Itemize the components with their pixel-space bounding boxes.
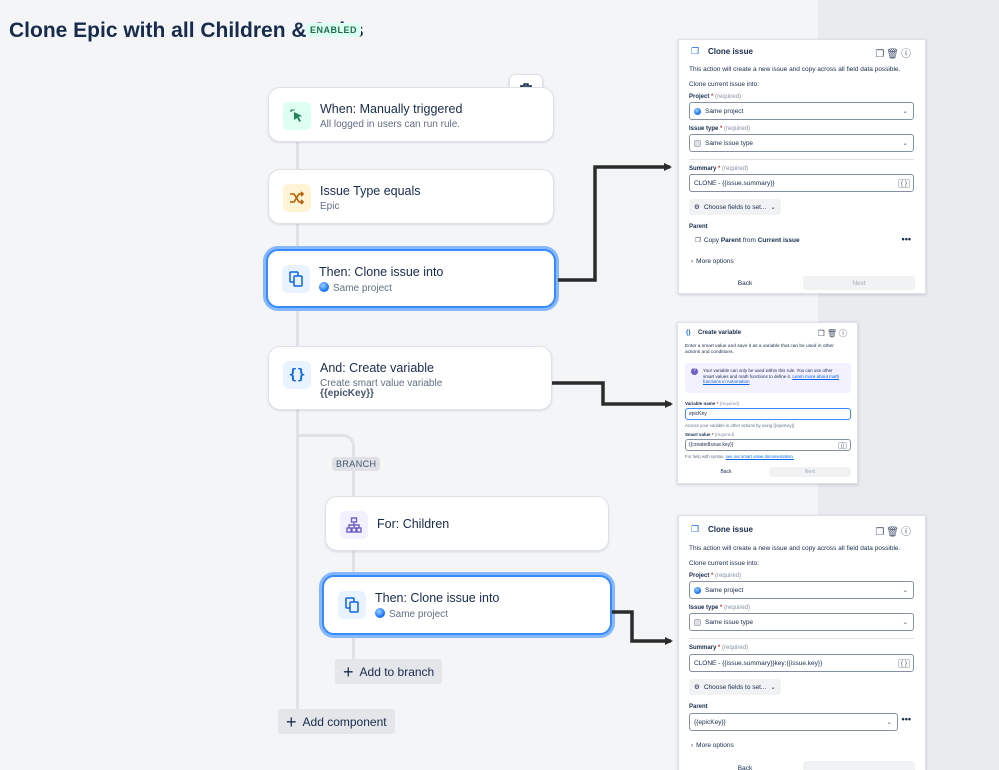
trash-icon[interactable]: 🗑	[886, 49, 901, 60]
chevron-down-icon: ⌄	[770, 204, 776, 211]
chevron-down-icon: ⌄	[886, 719, 892, 726]
issue-type-select-value: Same issue type	[705, 618, 754, 626]
smart-value-icon[interactable]: {}	[837, 441, 847, 449]
project-select[interactable]: Same project ⌄	[689, 102, 914, 120]
variable-name-input[interactable]: epicKey	[685, 408, 851, 420]
help-icon[interactable]: ⓘ	[901, 49, 913, 60]
gear-icon: ⚙	[694, 684, 700, 691]
arrow-to-clone-panel	[558, 163, 672, 282]
panel-title: Clone issue	[708, 47, 753, 56]
divider	[689, 159, 914, 160]
branch-clone-issue-panel: ❐ Clone issue ❐🗑ⓘ This action will creat…	[678, 515, 926, 770]
duplicate-icon[interactable]: ❐	[875, 49, 886, 60]
issue-type-icon	[694, 139, 701, 147]
project-avatar-icon	[694, 586, 701, 594]
trash-icon[interactable]: 🗑	[827, 329, 839, 338]
more-actions-icon[interactable]: •••	[902, 234, 911, 244]
panel-description: Enter a smart value and save it as a var…	[685, 344, 834, 355]
syntax-help: For help with syntax, see our smart valu…	[685, 454, 794, 459]
clone-into-label: Clone current issue into:	[689, 560, 760, 567]
info-text: Your variable can only be used within th…	[703, 368, 840, 384]
docs-link[interactable]: see our smart value documentation.	[726, 454, 794, 459]
arrow-to-variable-panel	[552, 381, 673, 408]
duplicate-icon[interactable]: ❐	[818, 329, 827, 338]
summary-label: Summary * (required)	[689, 645, 749, 651]
project-avatar-icon	[694, 107, 701, 115]
create-variable-panel: {} Create variable ❐🗑ⓘ Enter a smart val…	[677, 322, 858, 484]
project-label: Project * (required)	[689, 94, 742, 100]
panel-description: This action will create a new issue and …	[689, 66, 901, 73]
variable-hint: Access your variable in other actions by…	[685, 423, 795, 428]
project-select-value: Same project	[705, 586, 744, 594]
smart-value-label: Smart value * (required)	[685, 432, 735, 437]
info-message: ? Your variable can only be used within …	[685, 363, 851, 393]
summary-input-value: CLONE - {{issue.summary}}	[694, 179, 775, 187]
help-icon[interactable]: ⓘ	[901, 527, 913, 538]
more-options-toggle[interactable]: › More options	[691, 258, 734, 265]
next-button[interactable]	[803, 761, 915, 770]
issue-type-label: Issue type * (required)	[689, 605, 751, 611]
smart-value-value: {{createdIssue.key}}	[689, 442, 734, 448]
choose-fields-button[interactable]: ⚙ Choose fields to set... ⌄	[689, 679, 781, 695]
clone-issue-panel: ❐ Clone issue ❐🗑ⓘ This action will creat…	[678, 39, 926, 294]
panel-title: Create variable	[698, 330, 742, 336]
next-button[interactable]: Next	[803, 276, 915, 290]
parent-select[interactable]: {{epicKey}} ⌄	[689, 713, 898, 731]
info-icon: ?	[691, 368, 698, 375]
chevron-down-icon: ⌄	[902, 140, 908, 147]
panel-description: This action will create a new issue and …	[689, 545, 901, 552]
variable-name-value: epicKey	[689, 411, 707, 417]
parent-label: Parent	[689, 704, 708, 710]
chevron-right-icon: ›	[691, 258, 694, 265]
project-select-value: Same project	[705, 107, 744, 115]
issue-type-select[interactable]: Same issue type ⌄	[689, 613, 914, 631]
parent-copy-text: ❐ Copy Parent from Current issue	[695, 237, 800, 244]
next-button[interactable]: Next	[769, 467, 851, 477]
copy-icon: ❐	[691, 524, 700, 534]
project-select[interactable]: Same project ⌄	[689, 581, 914, 599]
choose-fields-label: Choose fields to set...	[703, 203, 767, 211]
summary-input[interactable]: CLONE - {{issue.summary}}key:{{issue.key…	[689, 654, 914, 672]
choose-fields-label: Choose fields to set...	[703, 683, 767, 691]
panel-actions: ❐🗑ⓘ	[875, 45, 913, 60]
arrow-to-branch-clone-panel	[612, 610, 673, 645]
back-button[interactable]: Back	[685, 467, 767, 477]
summary-input-value: CLONE - {{issue.summary}}key:{{issue.key…	[694, 659, 823, 667]
panel-title: Clone issue	[708, 525, 753, 534]
chevron-down-icon: ⌄	[902, 108, 908, 115]
help-icon[interactable]: ⓘ	[839, 329, 849, 338]
panel-actions: ❐🗑ⓘ	[818, 328, 849, 339]
more-actions-icon[interactable]: •••	[902, 714, 911, 724]
copy-icon: ❐	[691, 46, 700, 56]
issue-type-icon	[694, 618, 701, 626]
smart-value-input[interactable]: {{createdIssue.key}} {}	[685, 439, 851, 451]
back-button[interactable]: Back	[689, 276, 801, 290]
variable-name-label: Variable name * (required)	[685, 401, 740, 406]
smart-value-icon[interactable]: { }	[897, 658, 910, 668]
back-button[interactable]: Back	[689, 761, 801, 770]
chevron-down-icon: ⌄	[902, 619, 908, 626]
chevron-down-icon: ⌄	[902, 587, 908, 594]
duplicate-icon[interactable]: ❐	[875, 527, 886, 538]
gear-icon: ⚙	[694, 204, 700, 211]
smart-value-icon[interactable]: { }	[897, 178, 910, 188]
parent-select-value: {{epicKey}}	[694, 718, 726, 726]
summary-input[interactable]: CLONE - {{issue.summary}} { }	[689, 174, 914, 192]
trash-icon[interactable]: 🗑	[886, 527, 901, 538]
issue-type-select-value: Same issue type	[705, 139, 754, 147]
more-options-toggle[interactable]: › More options	[691, 742, 734, 749]
project-label: Project * (required)	[689, 573, 742, 579]
choose-fields-button[interactable]: ⚙ Choose fields to set... ⌄	[689, 199, 781, 215]
chevron-down-icon: ⌄	[770, 684, 776, 691]
issue-type-select[interactable]: Same issue type ⌄	[689, 134, 914, 152]
panel-actions: ❐🗑ⓘ	[875, 523, 913, 538]
chevron-right-icon: ›	[691, 742, 694, 749]
divider	[689, 638, 914, 639]
parent-label: Parent	[689, 224, 708, 230]
issue-type-label: Issue type * (required)	[689, 126, 751, 132]
clone-into-label: Clone current issue into:	[689, 81, 760, 88]
copy-icon: ❐	[695, 237, 701, 244]
braces-icon: {}	[686, 330, 691, 336]
summary-label: Summary * (required)	[689, 166, 749, 172]
